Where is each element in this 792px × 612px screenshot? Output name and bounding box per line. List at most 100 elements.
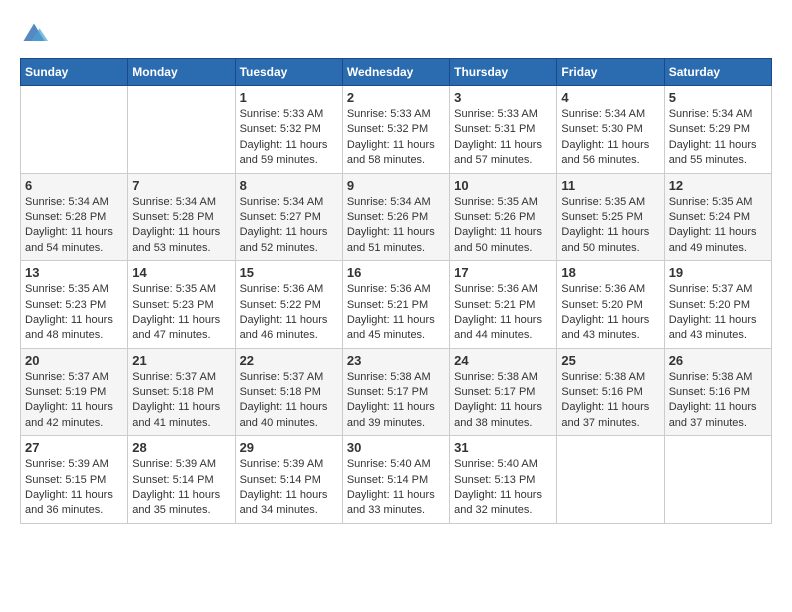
calendar-cell: 23Sunrise: 5:38 AM Sunset: 5:17 PM Dayli… <box>342 348 449 436</box>
day-info: Sunrise: 5:35 AM Sunset: 5:25 PM Dayligh… <box>561 195 659 257</box>
calendar-cell: 13 Sunrise: 5:35 AM Sunset: 5:23 PM Dayli… <box>21 261 128 349</box>
calendar-cell: 19 Sunrise: 5:37 AM Sunset: 5:20 PM Dayli… <box>664 261 771 349</box>
day-info: Sunrise: 5:34 AM Sunset: 5:28 PM Dayligh… <box>25 195 123 257</box>
day-header-friday: Friday <box>557 59 664 86</box>
day-info: Sunrise: 5:37 AM Sunset: 5:19 PM Dayligh… <box>25 370 123 432</box>
day-number: 3 <box>454 90 552 105</box>
calendar-header: SundayMondayTuesdayWednesdayThursdayFrid… <box>21 59 772 86</box>
day-info: Sunrise: 5:39 AM Sunset: 5:14 PM Dayligh… <box>240 457 338 519</box>
calendar-cell <box>557 436 664 524</box>
day-number: 12 <box>669 178 767 193</box>
calendar-cell: 16 Sunrise: 5:36 AM Sunset: 5:21 PM Dayli… <box>342 261 449 349</box>
day-info: Sunrise: 5:35 AM Sunset: 5:26 PM Dayligh… <box>454 195 552 257</box>
day-header-monday: Monday <box>128 59 235 86</box>
calendar-cell: 21 Sunrise: 5:37 AM Sunset: 5:18 PM Dayli… <box>128 348 235 436</box>
day-number: 21 <box>132 353 230 368</box>
day-number: 24 <box>454 353 552 368</box>
day-info: Sunrise: 5:34 AM Sunset: 5:27 PM Dayligh… <box>240 195 338 257</box>
day-number: 7 <box>132 178 230 193</box>
day-number: 18 <box>561 265 659 280</box>
day-header-sunday: Sunday <box>21 59 128 86</box>
day-info: Sunrise: 5:39 AM Sunset: 5:15 PM Dayligh… <box>25 457 123 519</box>
day-number: 27 <box>25 440 123 455</box>
day-number: 4 <box>561 90 659 105</box>
calendar-cell: 30 Sunrise: 5:40 AM Sunset: 5:14 PM Dayli… <box>342 436 449 524</box>
logo <box>20 20 52 48</box>
day-info: Sunrise: 5:33 AM Sunset: 5:32 PM Dayligh… <box>347 107 445 169</box>
calendar-cell: 28 Sunrise: 5:39 AM Sunset: 5:14 PM Dayli… <box>128 436 235 524</box>
day-info: Sunrise: 5:36 AM Sunset: 5:22 PM Dayligh… <box>240 282 338 344</box>
day-number: 8 <box>240 178 338 193</box>
day-info: Sunrise: 5:34 AM Sunset: 5:26 PM Dayligh… <box>347 195 445 257</box>
day-number: 1 <box>240 90 338 105</box>
calendar-cell: 18 Sunrise: 5:36 AM Sunset: 5:20 PM Dayli… <box>557 261 664 349</box>
calendar-cell: 7 Sunrise: 5:34 AM Sunset: 5:28 PM Daylig… <box>128 173 235 261</box>
day-info: Sunrise: 5:35 AM Sunset: 5:23 PM Dayligh… <box>25 282 123 344</box>
calendar-cell: 26Sunrise: 5:38 AM Sunset: 5:16 PM Dayli… <box>664 348 771 436</box>
day-number: 14 <box>132 265 230 280</box>
day-header-tuesday: Tuesday <box>235 59 342 86</box>
calendar-cell: 17Sunrise: 5:36 AM Sunset: 5:21 PM Dayli… <box>450 261 557 349</box>
calendar-cell: 31 Sunrise: 5:40 AM Sunset: 5:13 PM Dayli… <box>450 436 557 524</box>
day-info: Sunrise: 5:35 AM Sunset: 5:24 PM Dayligh… <box>669 195 767 257</box>
calendar-cell: 6 Sunrise: 5:34 AM Sunset: 5:28 PM Daylig… <box>21 173 128 261</box>
day-info: Sunrise: 5:34 AM Sunset: 5:28 PM Dayligh… <box>132 195 230 257</box>
calendar-cell: 2 Sunrise: 5:33 AM Sunset: 5:32 PM Daylig… <box>342 86 449 174</box>
day-number: 13 <box>25 265 123 280</box>
page-header <box>20 20 772 48</box>
day-number: 19 <box>669 265 767 280</box>
calendar-cell: 12 Sunrise: 5:35 AM Sunset: 5:24 PM Dayli… <box>664 173 771 261</box>
day-number: 11 <box>561 178 659 193</box>
calendar-cell <box>664 436 771 524</box>
calendar-cell: 27 Sunrise: 5:39 AM Sunset: 5:15 PM Dayli… <box>21 436 128 524</box>
calendar-cell: 11 Sunrise: 5:35 AM Sunset: 5:25 PM Dayli… <box>557 173 664 261</box>
day-number: 31 <box>454 440 552 455</box>
day-info: Sunrise: 5:38 AM Sunset: 5:17 PM Dayligh… <box>454 370 552 432</box>
day-info: Sunrise: 5:40 AM Sunset: 5:14 PM Dayligh… <box>347 457 445 519</box>
day-number: 30 <box>347 440 445 455</box>
day-info: Sunrise: 5:33 AM Sunset: 5:31 PM Dayligh… <box>454 107 552 169</box>
day-header-saturday: Saturday <box>664 59 771 86</box>
day-number: 29 <box>240 440 338 455</box>
day-info: Sunrise: 5:35 AM Sunset: 5:23 PM Dayligh… <box>132 282 230 344</box>
day-number: 20 <box>25 353 123 368</box>
day-number: 22 <box>240 353 338 368</box>
day-number: 15 <box>240 265 338 280</box>
day-info: Sunrise: 5:34 AM Sunset: 5:29 PM Dayligh… <box>669 107 767 169</box>
calendar-cell: 20 Sunrise: 5:37 AM Sunset: 5:19 PM Dayli… <box>21 348 128 436</box>
calendar-cell: 25Sunrise: 5:38 AM Sunset: 5:16 PM Dayli… <box>557 348 664 436</box>
day-info: Sunrise: 5:37 AM Sunset: 5:20 PM Dayligh… <box>669 282 767 344</box>
calendar-cell: 5Sunrise: 5:34 AM Sunset: 5:29 PM Daylig… <box>664 86 771 174</box>
calendar-cell: 1 Sunrise: 5:33 AM Sunset: 5:32 PM Daylig… <box>235 86 342 174</box>
calendar-table: SundayMondayTuesdayWednesdayThursdayFrid… <box>20 58 772 524</box>
day-number: 10 <box>454 178 552 193</box>
calendar-cell: 8 Sunrise: 5:34 AM Sunset: 5:27 PM Daylig… <box>235 173 342 261</box>
day-number: 2 <box>347 90 445 105</box>
calendar-cell <box>128 86 235 174</box>
calendar-cell: 29 Sunrise: 5:39 AM Sunset: 5:14 PM Dayli… <box>235 436 342 524</box>
day-info: Sunrise: 5:33 AM Sunset: 5:32 PM Dayligh… <box>240 107 338 169</box>
day-info: Sunrise: 5:38 AM Sunset: 5:16 PM Dayligh… <box>561 370 659 432</box>
day-number: 28 <box>132 440 230 455</box>
day-header-thursday: Thursday <box>450 59 557 86</box>
day-info: Sunrise: 5:40 AM Sunset: 5:13 PM Dayligh… <box>454 457 552 519</box>
calendar-cell: 15 Sunrise: 5:36 AM Sunset: 5:22 PM Dayli… <box>235 261 342 349</box>
day-info: Sunrise: 5:39 AM Sunset: 5:14 PM Dayligh… <box>132 457 230 519</box>
calendar-cell: 22 Sunrise: 5:37 AM Sunset: 5:18 PM Dayli… <box>235 348 342 436</box>
calendar-cell: 9Sunrise: 5:34 AM Sunset: 5:26 PM Daylig… <box>342 173 449 261</box>
day-number: 16 <box>347 265 445 280</box>
day-header-wednesday: Wednesday <box>342 59 449 86</box>
day-info: Sunrise: 5:37 AM Sunset: 5:18 PM Dayligh… <box>132 370 230 432</box>
calendar-cell: 14 Sunrise: 5:35 AM Sunset: 5:23 PM Dayli… <box>128 261 235 349</box>
day-number: 17 <box>454 265 552 280</box>
day-number: 6 <box>25 178 123 193</box>
calendar-cell: 24 Sunrise: 5:38 AM Sunset: 5:17 PM Dayli… <box>450 348 557 436</box>
logo-icon <box>20 20 48 48</box>
day-number: 23 <box>347 353 445 368</box>
day-info: Sunrise: 5:36 AM Sunset: 5:20 PM Dayligh… <box>561 282 659 344</box>
calendar-cell: 3 Sunrise: 5:33 AM Sunset: 5:31 PM Daylig… <box>450 86 557 174</box>
day-info: Sunrise: 5:36 AM Sunset: 5:21 PM Dayligh… <box>347 282 445 344</box>
calendar-cell: 10 Sunrise: 5:35 AM Sunset: 5:26 PM Dayli… <box>450 173 557 261</box>
day-info: Sunrise: 5:37 AM Sunset: 5:18 PM Dayligh… <box>240 370 338 432</box>
day-info: Sunrise: 5:34 AM Sunset: 5:30 PM Dayligh… <box>561 107 659 169</box>
